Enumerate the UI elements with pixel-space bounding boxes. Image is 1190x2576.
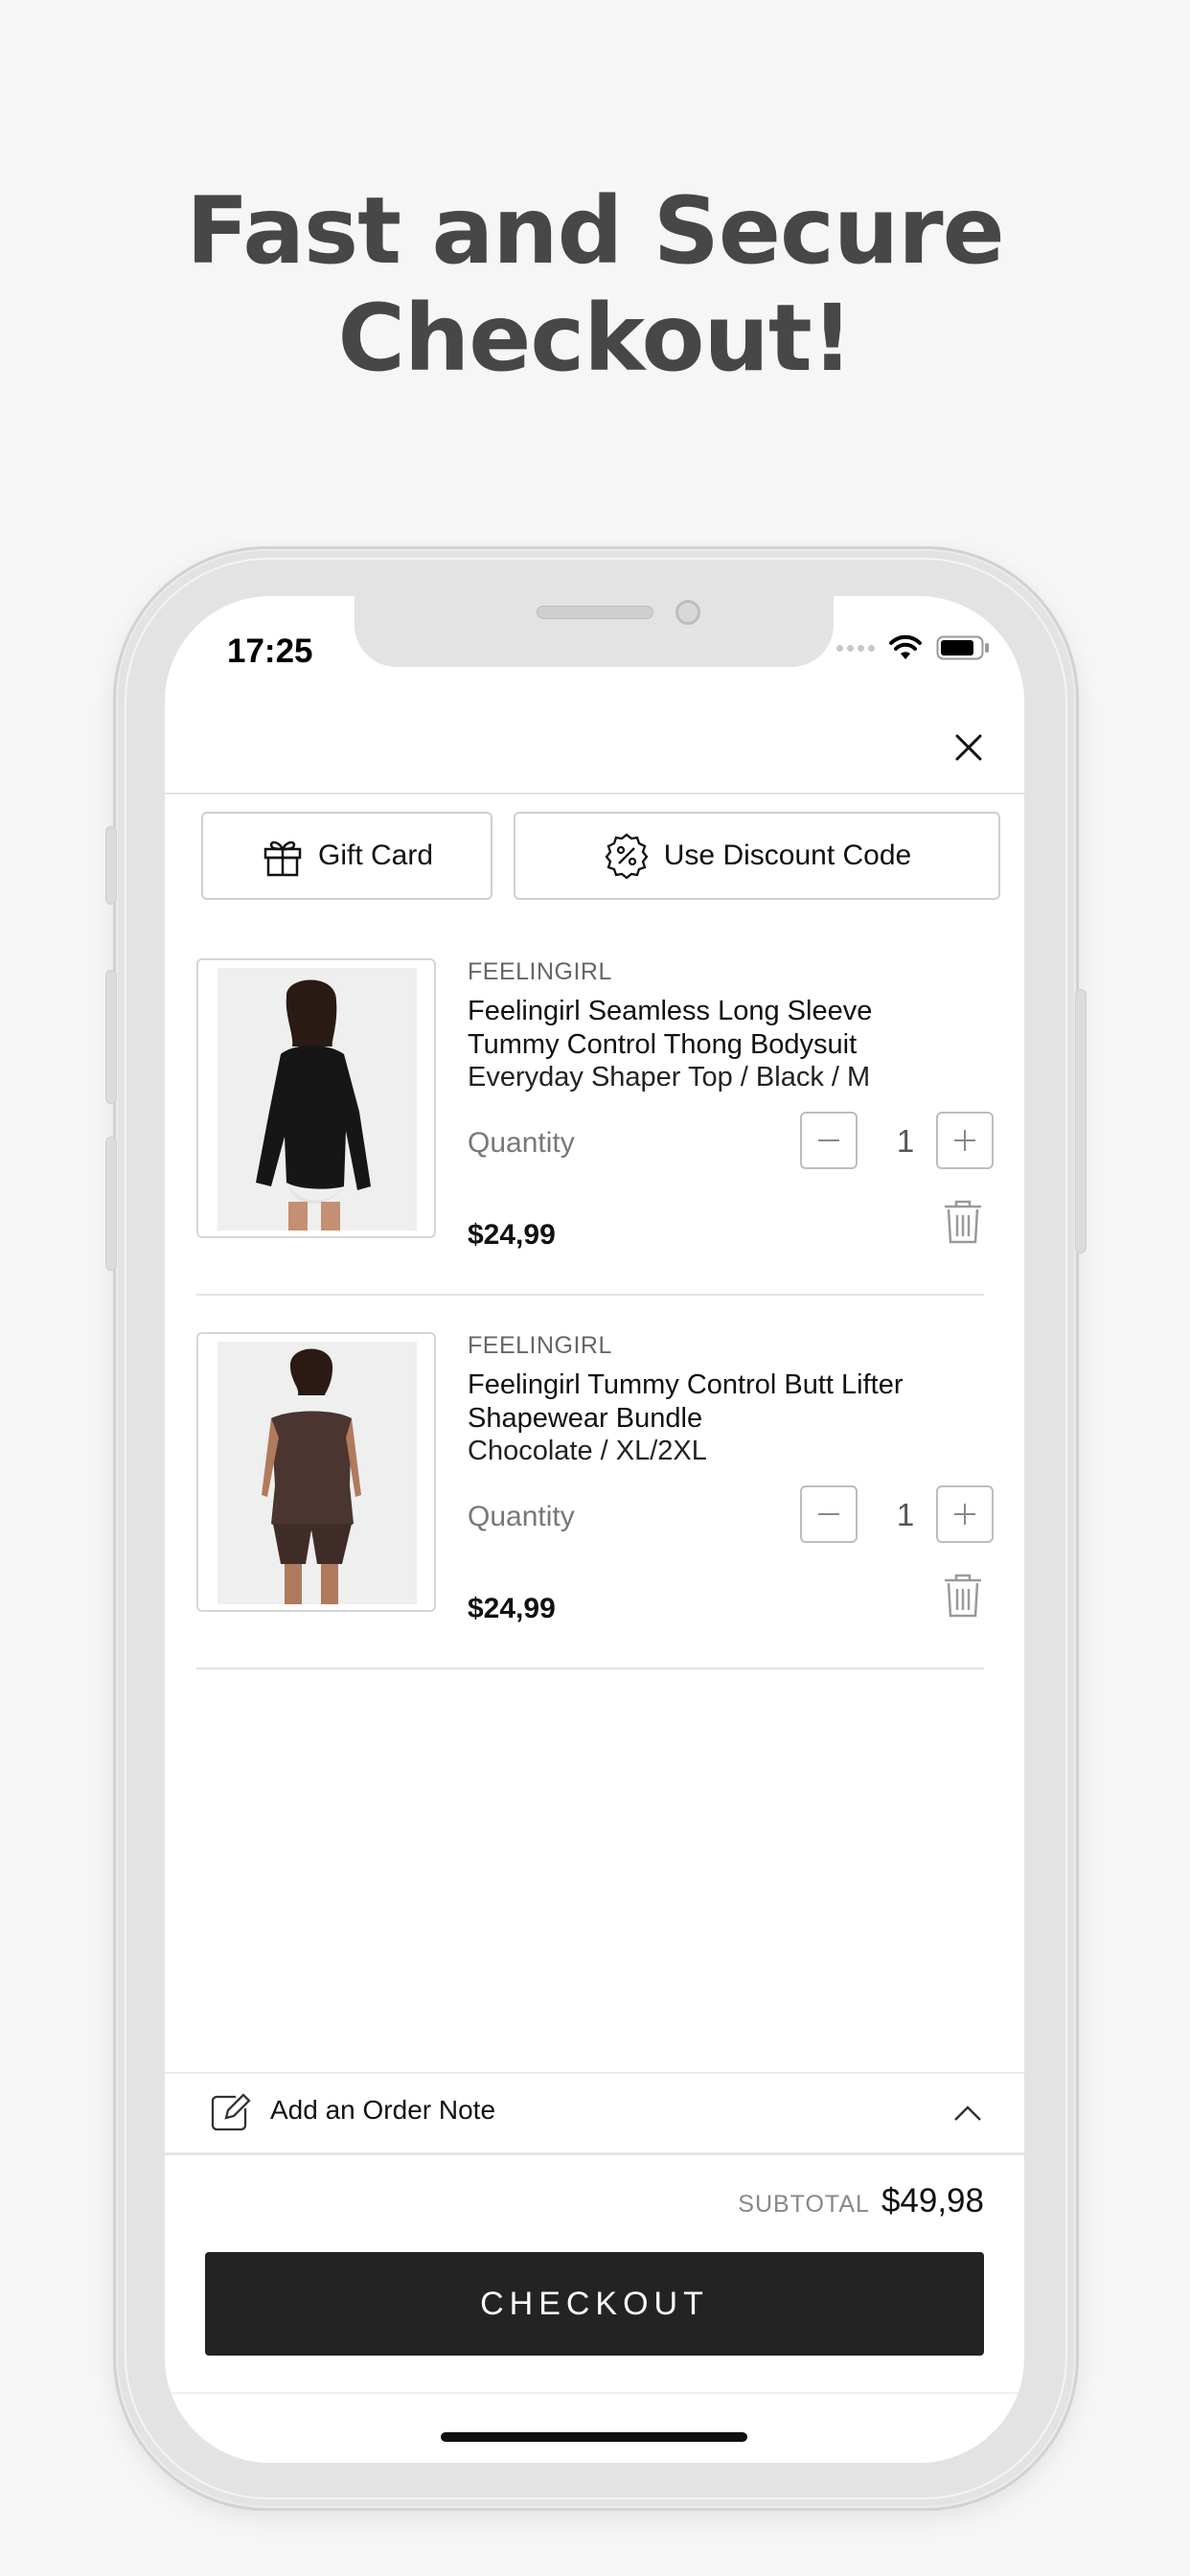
gift-card-label: Gift Card bbox=[317, 840, 434, 871]
plus-icon bbox=[954, 1130, 975, 1151]
product-title[interactable]: Feelingirl Tummy Control Butt Lifter Sha… bbox=[468, 1368, 966, 1436]
order-note-toggle[interactable]: Add an Order Note bbox=[165, 2074, 1024, 2152]
minus-icon bbox=[818, 1139, 839, 1141]
checkout-button[interactable]: CHECKOUT bbox=[205, 2252, 984, 2356]
quantity-value: 1 bbox=[896, 1123, 915, 1159]
power-button bbox=[1075, 989, 1087, 1254]
subtotal: SUBTOTAL $49,98 bbox=[738, 2182, 984, 2220]
product-variant: Chocolate / XL/2XL bbox=[468, 1436, 707, 1466]
product-price: $24,99 bbox=[468, 1593, 556, 1624]
subtotal-value: $49,98 bbox=[881, 2182, 984, 2220]
header-divider bbox=[165, 793, 1024, 794]
volume-up-button bbox=[105, 970, 117, 1104]
product-image[interactable] bbox=[196, 958, 436, 1238]
quantity-increase-button[interactable] bbox=[936, 1485, 994, 1543]
volume-down-button bbox=[105, 1137, 117, 1271]
remove-item-button[interactable] bbox=[942, 1572, 984, 1624]
item-divider bbox=[196, 1668, 984, 1669]
notch bbox=[355, 596, 834, 667]
minus-icon bbox=[818, 1513, 839, 1515]
headline-line-1: Fast and Secure bbox=[186, 177, 1004, 285]
product-variant: Everyday Shaper Top / Black / M bbox=[468, 1062, 871, 1092]
footer-divider bbox=[165, 2392, 1024, 2394]
product-photo-shapewear bbox=[262, 1348, 361, 1604]
quantity-label: Quantity bbox=[468, 1127, 575, 1159]
discount-code-button[interactable]: Use Discount Code bbox=[514, 812, 1000, 900]
subtotal-label: SUBTOTAL bbox=[738, 2191, 870, 2218]
signal-dots-icon bbox=[836, 644, 875, 652]
remove-item-button[interactable] bbox=[942, 1198, 984, 1251]
edit-note-icon bbox=[211, 2093, 251, 2131]
product-brand: FEELINGIRL bbox=[468, 1332, 612, 1359]
gift-icon bbox=[263, 840, 302, 877]
gift-card-button[interactable]: Gift Card bbox=[201, 812, 492, 900]
home-indicator[interactable] bbox=[441, 2432, 747, 2442]
chevron-up-icon bbox=[954, 2105, 981, 2121]
order-note-label: Add an Order Note bbox=[270, 2095, 496, 2125]
close-icon bbox=[955, 734, 982, 761]
speaker-grille bbox=[537, 606, 653, 619]
wifi-icon bbox=[889, 634, 922, 659]
phone-screen: 17:25 Gift Card Use Discount Code FEELIN… bbox=[165, 596, 1024, 2463]
status-time: 17:25 bbox=[227, 632, 313, 670]
status-icons bbox=[836, 634, 990, 661]
headline-line-2: Checkout! bbox=[337, 285, 853, 392]
item-divider bbox=[196, 1294, 984, 1296]
note-divider-bottom bbox=[165, 2152, 1024, 2155]
close-button[interactable] bbox=[950, 728, 988, 767]
quantity-value: 1 bbox=[896, 1497, 915, 1532]
product-title[interactable]: Feelingirl Seamless Long Sleeve Tummy Co… bbox=[468, 995, 966, 1062]
battery-icon bbox=[936, 635, 989, 660]
front-camera bbox=[675, 600, 700, 625]
product-price: $24,99 bbox=[468, 1219, 556, 1251]
product-image[interactable] bbox=[196, 1332, 436, 1612]
product-photo-bodysuit bbox=[256, 979, 371, 1230]
quantity-label: Quantity bbox=[468, 1501, 575, 1532]
plus-icon bbox=[954, 1504, 975, 1525]
quantity-increase-button[interactable] bbox=[936, 1112, 994, 1169]
headline: Fast and Secure Checkout! bbox=[0, 177, 1190, 392]
quantity-decrease-button[interactable] bbox=[800, 1485, 858, 1543]
mute-switch bbox=[105, 826, 117, 905]
discount-code-label: Use Discount Code bbox=[663, 840, 912, 871]
discount-badge-icon bbox=[605, 833, 649, 880]
product-brand: FEELINGIRL bbox=[468, 958, 612, 985]
trash-icon bbox=[945, 1574, 981, 1618]
quantity-decrease-button[interactable] bbox=[800, 1112, 858, 1169]
trash-icon bbox=[945, 1200, 981, 1244]
